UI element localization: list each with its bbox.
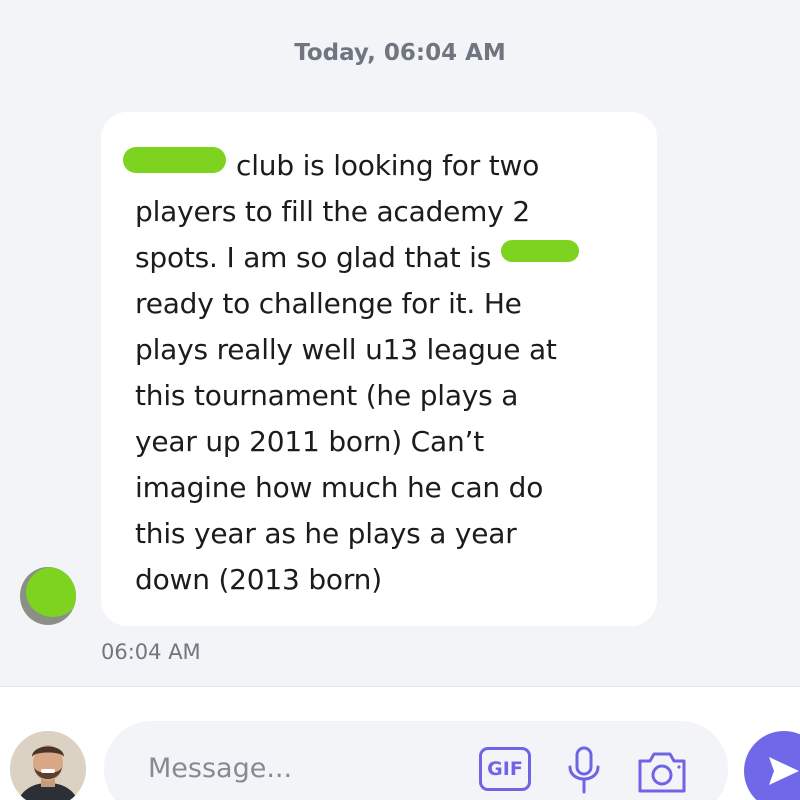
send-icon [769,757,799,785]
microphone-icon[interactable] [564,745,604,797]
user-photo-icon [10,731,86,800]
user-avatar[interactable] [10,731,86,800]
message-composer: Message... GIF [0,686,800,800]
redaction-mark [26,567,76,617]
message-input[interactable]: Message... GIF [104,721,728,800]
send-button[interactable] [744,731,800,800]
gif-button[interactable]: GIF [479,747,531,791]
incoming-message-bubble[interactable]: club is looking for two players to fill … [101,112,657,626]
message-placeholder: Message... [148,753,293,784]
camera-icon[interactable] [634,745,690,797]
redaction-mark [501,240,579,262]
message-timestamp: 06:04 AM [101,640,201,664]
date-header: Today, 06:04 AM [294,40,506,66]
chat-screen: Today, 06:04 AM club is looking for two … [0,0,800,800]
message-text: club is looking for two players to fill … [135,149,557,596]
sender-avatar[interactable] [20,567,76,625]
redaction-mark [123,147,226,173]
